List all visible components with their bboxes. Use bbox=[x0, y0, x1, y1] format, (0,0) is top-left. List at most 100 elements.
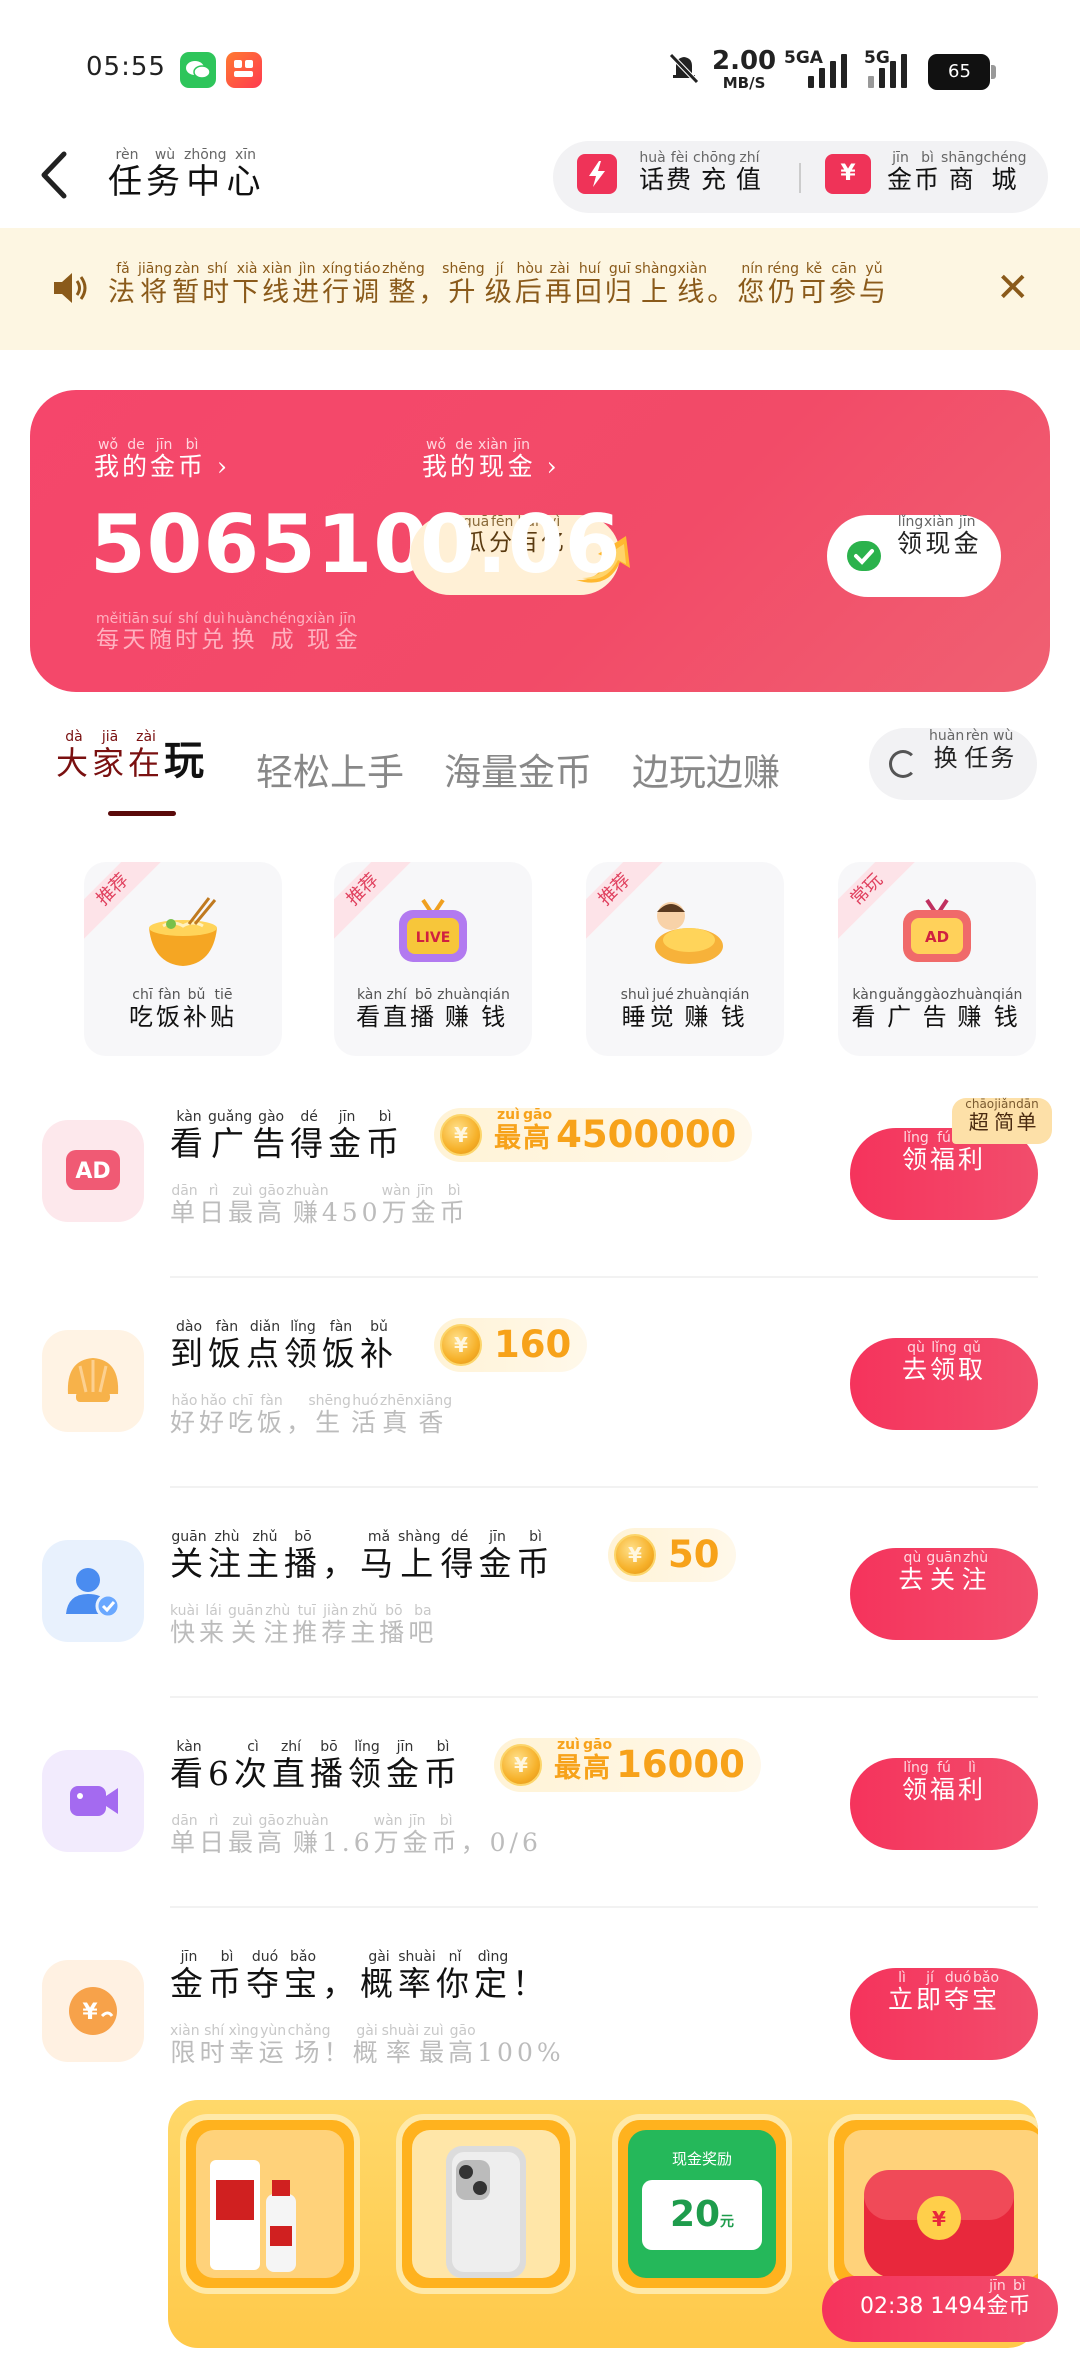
task-title: 看kàn6次cì直zhí播bō领lǐng金jīn币bì bbox=[170, 1739, 462, 1793]
coin-icon bbox=[440, 1324, 482, 1366]
task-row-watch-live: 看kàn6次cì直zhí播bō领lǐng金jīn币bì 最zuì高gāo1600… bbox=[0, 1737, 1080, 1890]
page-title: 任rèn务wù中zhōng心xīn bbox=[108, 147, 265, 202]
status-bar: 05:55 2.00 MB/S 5GA 5G 65 bbox=[0, 0, 1080, 140]
go-claim-button[interactable]: 去qù领lǐng取qǔ bbox=[850, 1338, 1038, 1430]
reward-prefix: 最zuì高gāo bbox=[494, 1107, 553, 1154]
card-meal-subsidy[interactable]: 推荐 吃chī饭fàn补bǔ贴tiē bbox=[84, 862, 282, 1056]
chevron-right-icon: › bbox=[546, 452, 560, 481]
header-divider bbox=[799, 163, 801, 193]
red-treasure-chest-icon: ¥ bbox=[844, 2130, 1038, 2278]
refresh-icon bbox=[889, 750, 917, 778]
tab-indicator bbox=[108, 811, 176, 816]
task-title: 到dào饭fàn点diǎn领lǐng饭fàn补bǔ bbox=[170, 1319, 398, 1373]
withdraw-cash-label: 领lǐng现xiàn金jīn bbox=[897, 514, 981, 558]
coin-icon bbox=[440, 1114, 482, 1156]
card-watch-ads[interactable]: 常玩 AD 看kàn广guǎng告gào赚zhuàn钱qián bbox=[838, 862, 1036, 1056]
lightning-icon bbox=[577, 154, 617, 194]
close-icon[interactable]: ✕ bbox=[996, 268, 1030, 308]
card-label: 睡shuì觉jué赚zhuàn钱qián bbox=[620, 987, 750, 1031]
treasure-now-button[interactable]: 立lì即jí夺duó宝bǎo bbox=[850, 1968, 1038, 2060]
speaker-icon bbox=[50, 268, 90, 308]
change-tasks-button[interactable]: 换huàn任rèn务wù bbox=[869, 728, 1037, 800]
cash-reward-amount: 20 bbox=[669, 2194, 721, 2235]
card-label: 看kàn广guǎng告gào赚zhuàn钱qián bbox=[851, 987, 1023, 1031]
task-row-meal-subsidy: 到dào饭fàn点diǎn领lǐng饭fàn补bǔ 160 好hǎo好hǎo吃c… bbox=[0, 1318, 1080, 1470]
prize-chest[interactable]: ¥ bbox=[828, 2114, 1038, 2294]
my-coins-link[interactable]: 我wǒ的de金jīn币bì › bbox=[94, 437, 230, 483]
wallet-card: 我wǒ的de金jīn币bì › 506510 瓜guā分fēn百bǎi亿yì 我… bbox=[30, 390, 1050, 692]
noodle-bowl-icon bbox=[143, 894, 223, 970]
notice-banner: 法fǎ将jiāng暂zàn时shí下xià线xiàn进jìn行xíng调tiáo… bbox=[0, 228, 1080, 350]
withdraw-cash-button[interactable]: 领lǐng现xiàn金jīn bbox=[827, 514, 1001, 597]
my-cash-link[interactable]: 我wǒ的de现xiàn金jīn › bbox=[422, 437, 560, 483]
prize-cash[interactable]: 现金奖励 20元 bbox=[612, 2114, 792, 2294]
prize-phone[interactable] bbox=[396, 2114, 576, 2294]
reward-badge: 50 bbox=[608, 1528, 736, 1582]
reward-badge: 160 bbox=[434, 1318, 588, 1372]
coins-value: 506510 bbox=[90, 498, 430, 591]
header-actions: 话huà费fèi充chōng值zhí ¥ 金jīn币bì商shāng城chéng bbox=[553, 141, 1048, 213]
task-title: 看kàn广guǎng告gào得dé金jīn币bì bbox=[170, 1109, 405, 1163]
cash-reward-unit: 元 bbox=[720, 2214, 735, 2230]
task-subtitle: 单dān日rì最zuì高gāo赚zhuàn450万wàn金jīn币bì bbox=[170, 1183, 469, 1227]
video-camera-icon bbox=[42, 1750, 144, 1852]
reward-value: 4500000 bbox=[556, 1113, 737, 1156]
cash-reward-title: 现金奖励 bbox=[671, 2150, 732, 2168]
phone-recharge-button[interactable]: 话huà费fèi充chōng值zhí bbox=[639, 150, 763, 196]
coin-icon bbox=[500, 1744, 542, 1786]
tab-everyone-plays[interactable]: 大dà家jiā在zài 玩 bbox=[56, 728, 208, 786]
wechat-icon bbox=[180, 52, 216, 88]
go-follow-button[interactable]: 去qù关guān注zhù bbox=[850, 1548, 1038, 1640]
task-title: 金jīn币bì夺duó宝bǎo，概gài率shuài你nǐ定dìng！ bbox=[170, 1949, 550, 2003]
claim-benefit-button[interactable]: 领lǐng福fú利lì bbox=[850, 1758, 1038, 1850]
reward-value: 16000 bbox=[616, 1743, 745, 1786]
coin-mall-button[interactable]: 金jīn币bì商shāng城chéng bbox=[887, 150, 1027, 196]
task-row-treasure: ¥ 金jīn币bì夺duó宝bǎo，概gài率shuài你nǐ定dìng！ 限x… bbox=[0, 1949, 1080, 2100]
smartphone-icon bbox=[412, 2130, 560, 2278]
svg-text:¥: ¥ bbox=[82, 2000, 98, 2025]
tab-massive-coins[interactable]: 海量金币 bbox=[444, 742, 592, 796]
card-label: 吃chī饭fàn补bǔ贴tiē bbox=[129, 987, 237, 1031]
tab-play-and-earn[interactable]: 边玩边赚 bbox=[632, 742, 780, 796]
follow-user-icon bbox=[42, 1540, 144, 1642]
clock: 05:55 bbox=[86, 52, 166, 82]
notice-text: 法fǎ将jiāng暂zàn时shí下xià线xiàn进jìn行xíng调tiáo… bbox=[108, 261, 889, 308]
task-subtitle: 限xiàn时shí幸xìng运yùn场chǎng！概gài率shuài最zuì高… bbox=[170, 2023, 565, 2067]
timer-coin-unit: 金jīn币bì bbox=[986, 2278, 1031, 2319]
card-label: 看kàn直zhí播bō赚zhuàn钱qián bbox=[356, 987, 510, 1031]
shell-icon bbox=[42, 1330, 144, 1432]
task-title: 关guān注zhù主zhǔ播bō，马mǎ上shàng得dé金jīn币bì bbox=[170, 1529, 555, 1583]
cash-reward-icon: 现金奖励 20元 bbox=[628, 2130, 776, 2278]
task-row-watch-ads: AD 看kàn广guǎng告gào得dé金jīn币bì 最zuì高gāo4500… bbox=[0, 1107, 1080, 1260]
notice-marquee: 法fǎ将jiāng暂zàn时shí下xià线xiàn进jìn行xíng调tiáo… bbox=[100, 228, 1000, 350]
ad-icon: AD bbox=[42, 1120, 144, 1222]
tab-active-tail: 玩 bbox=[164, 737, 209, 784]
tab-easy-start[interactable]: 轻松上手 bbox=[256, 742, 404, 796]
card-sleep-earn[interactable]: 推荐 睡shuì觉jué赚zhuàn钱qián bbox=[586, 862, 784, 1056]
card-watch-live[interactable]: 推荐 LIVE 看kàn直zhí播bō赚zhuàn钱qián bbox=[334, 862, 532, 1056]
task-subtitle: 好hǎo好hǎo吃chī饭fàn，生shēng活huó真zhēn香xiāng bbox=[170, 1393, 453, 1437]
reward-badge: 最zuì高gāo4500000 bbox=[434, 1107, 753, 1162]
my-coins-label: 我wǒ的de金jīn币bì bbox=[94, 437, 207, 481]
treasure-coin-icon: ¥ bbox=[42, 1960, 144, 2062]
signal-bars-1-icon bbox=[808, 54, 847, 88]
task-subtitle: 单dān日rì最zuì高gāo赚zhuàn1.6万wàn金jīn币bì，0/6 bbox=[170, 1813, 542, 1857]
battery-indicator: 65 bbox=[928, 54, 996, 90]
cash-value: 0.06 bbox=[420, 498, 622, 591]
reward-prefix: 最zuì高gāo bbox=[554, 1737, 613, 1784]
task-row-follow-streamer: 关guān注zhù主zhǔ播bō，马mǎ上shàng得dé金jīn币bì 50 … bbox=[0, 1528, 1080, 1680]
ticket-icon: ¥ bbox=[825, 154, 871, 194]
check-icon bbox=[847, 541, 881, 571]
divider bbox=[170, 1696, 1038, 1698]
network-speed: 2.00 MB/S bbox=[712, 48, 776, 94]
coin-timer-button[interactable]: 02:38 1494金jīn币bì bbox=[822, 2276, 1058, 2342]
divider bbox=[170, 1486, 1038, 1488]
coin-icon bbox=[614, 1534, 656, 1576]
my-cash-label: 我wǒ的de现xiàn金jīn bbox=[422, 437, 536, 481]
back-button[interactable] bbox=[36, 150, 76, 200]
task-subtitle: 快kuài来lái关guān注zhù推tuī荐jiàn主zhǔ播bō吧ba bbox=[170, 1603, 438, 1647]
prize-liquor[interactable] bbox=[180, 2114, 360, 2294]
wallet-subtitle: 每měi天tiān随suí时shí兑duì换huàn成chéng现xiàn金jī… bbox=[96, 611, 361, 653]
super-easy-badge: 超chāo简jiǎn单dān bbox=[952, 1097, 1052, 1144]
divider bbox=[170, 1906, 1038, 1908]
